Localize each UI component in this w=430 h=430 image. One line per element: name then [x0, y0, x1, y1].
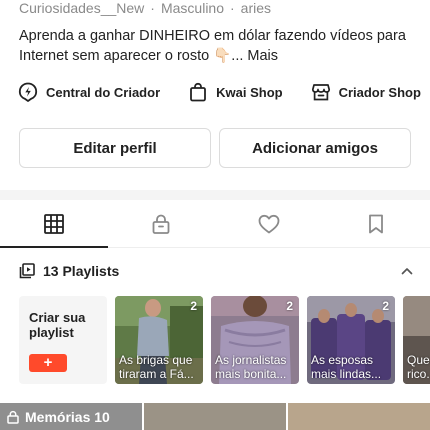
- profile-bio: Aprenda a ganhar DINHEIRO em dólar fazen…: [19, 26, 414, 66]
- playlist-card[interactable]: 2 As esposas mais lindas...: [307, 296, 395, 384]
- memories-label: Memórias 10: [25, 408, 110, 425]
- tab-saved[interactable]: [323, 200, 430, 247]
- create-playlist-card[interactable]: Criar sua playlist +: [19, 296, 107, 384]
- memories-badge[interactable]: Memórias 10: [0, 403, 142, 430]
- link-criador-shop[interactable]: Criador Shop: [311, 82, 421, 102]
- profile-tabs: [0, 200, 430, 248]
- playlist-count: 2: [286, 299, 293, 313]
- video-thumbnail[interactable]: [144, 403, 286, 430]
- storefront-icon: [311, 84, 330, 101]
- playlists-header: 13 Playlists: [19, 261, 414, 281]
- add-friends-button[interactable]: Adicionar amigos: [219, 128, 411, 168]
- section-divider: [0, 190, 430, 200]
- create-playlist-button[interactable]: +: [29, 354, 67, 372]
- playlist-card[interactable]: Querico...: [403, 296, 430, 384]
- link-label: Criador Shop: [338, 84, 421, 100]
- playlist-caption: Querico...: [407, 353, 430, 381]
- playlist-caption: As esposas mais lindas...: [311, 353, 382, 381]
- playlist-card[interactable]: 2 As jornalistas mais bonita...: [211, 296, 299, 384]
- tab-posts[interactable]: [0, 200, 108, 248]
- link-label: Central do Criador: [46, 84, 161, 100]
- bio-text: Aprenda a ganhar DINHEIRO em dólar fazen…: [19, 28, 406, 64]
- separator-dot: ·: [150, 0, 155, 16]
- lock-icon: [7, 410, 19, 424]
- shopping-bag-icon: [190, 82, 207, 102]
- playlist-count: 2: [190, 299, 197, 313]
- tab-liked[interactable]: [215, 200, 323, 247]
- link-label: Kwai Shop: [216, 84, 283, 100]
- lock-icon: [152, 214, 170, 234]
- playlist-count: 2: [382, 299, 389, 313]
- gender: Masculino: [160, 0, 224, 16]
- playlist-icon: [19, 263, 35, 279]
- bio-more-link[interactable]: Mais: [247, 48, 278, 64]
- tab-private[interactable]: [108, 200, 216, 247]
- creator-links-row: Central do Criador Kwai Shop Criador Sho…: [18, 82, 430, 102]
- playlists-title: 13 Playlists: [43, 263, 120, 279]
- playlist-caption: As jornalistas mais bonita...: [215, 353, 287, 381]
- video-thumbnail[interactable]: [288, 403, 430, 430]
- create-playlist-label: Criar sua playlist: [29, 310, 86, 340]
- lightning-icon: [18, 82, 38, 102]
- chevron-up-icon[interactable]: [400, 264, 414, 278]
- heart-icon: [258, 214, 280, 233]
- separator-dot: ·: [230, 0, 235, 16]
- username: Curiosidades__New: [19, 0, 145, 16]
- grid-icon: [43, 213, 64, 234]
- bookmark-icon: [369, 214, 384, 233]
- link-kwai-shop[interactable]: Kwai Shop: [188, 82, 283, 102]
- link-central-do-criador[interactable]: Central do Criador: [18, 82, 160, 102]
- playlist-card[interactable]: 2 As brigas que tiraram a Fá...: [115, 296, 203, 384]
- playlist-caption: As brigas que tiraram a Fá...: [119, 353, 194, 381]
- zodiac-sign: aries: [240, 0, 272, 16]
- profile-meta-line: Curiosidades__New · Masculino · aries: [19, 0, 271, 16]
- edit-profile-button[interactable]: Editar perfil: [19, 128, 211, 168]
